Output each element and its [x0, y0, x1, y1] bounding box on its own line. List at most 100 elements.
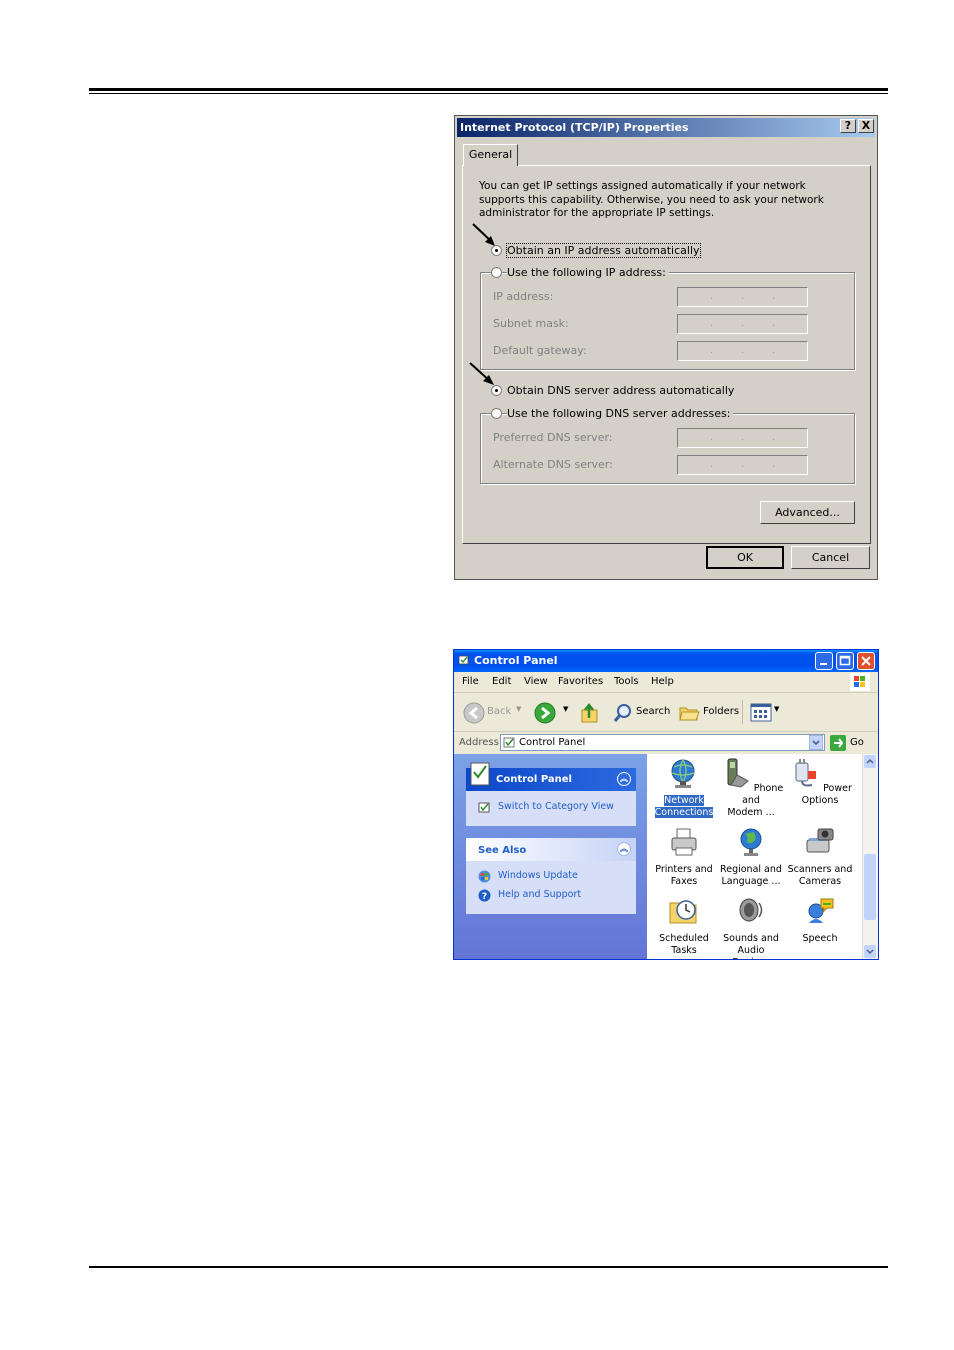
go-button[interactable]: Go [850, 737, 864, 748]
preferred-dns-field[interactable]: ... [677, 428, 808, 448]
preferred-dns-label: Preferred DNS server: [493, 431, 613, 444]
control-panel-box: Control Panel ︽ Switch to Category View [466, 762, 636, 826]
see-also-header[interactable]: See Also ︽ [466, 838, 636, 861]
go-arrow-icon[interactable] [830, 735, 846, 751]
item-network-connections[interactable]: Network Connections [651, 757, 717, 819]
address-label: Address [459, 737, 499, 748]
menu-view[interactable]: View [524, 676, 548, 687]
back-arrow-icon[interactable] [463, 702, 485, 724]
header-rule [89, 88, 888, 91]
maximize-icon [839, 655, 851, 666]
windows-update-icon [478, 870, 491, 883]
help-icon: ? [478, 889, 491, 902]
ok-button[interactable]: OK [706, 546, 784, 569]
control-panel-box-header[interactable]: Control Panel ︽ [466, 762, 636, 791]
folders-icon[interactable] [678, 703, 700, 723]
header-rule-thin [89, 93, 888, 94]
minimize-button[interactable] [815, 652, 833, 670]
control-panel-icon [470, 762, 490, 786]
arrow-annotation-icon [469, 362, 494, 385]
menu-tools[interactable]: Tools [614, 676, 639, 687]
menu-file[interactable]: File [462, 676, 479, 687]
footer-rule [89, 1266, 888, 1268]
help-button[interactable]: ? [840, 119, 856, 133]
minimize-icon [820, 663, 827, 665]
item-sounds-audio[interactable]: Sounds andAudio Devices [718, 895, 784, 959]
back-button[interactable]: Back [487, 706, 511, 717]
menu-favorites[interactable]: Favorites [558, 676, 603, 687]
scroll-down-icon[interactable] [864, 945, 876, 958]
vertical-scrollbar[interactable] [862, 754, 878, 959]
windows-logo-icon [850, 673, 870, 691]
default-gateway-field[interactable]: ... [677, 341, 808, 361]
default-gateway-label: Default gateway: [493, 344, 587, 357]
item-printers-faxes[interactable]: Printers and Faxes [651, 826, 717, 888]
power-plug-icon [795, 759, 817, 787]
item-scanners-cameras[interactable]: Scanners and Cameras [787, 826, 853, 888]
address-input[interactable]: Control Panel [500, 734, 825, 751]
back-dropdown-icon[interactable]: ▼ [516, 705, 521, 713]
collapse-icon[interactable]: ︽ [617, 772, 631, 786]
search-button[interactable]: Search [636, 706, 670, 717]
printer-icon [671, 828, 697, 856]
globe-icon [740, 828, 762, 856]
radio-obtain-ip[interactable] [491, 245, 502, 256]
label-use-dns[interactable]: Use the following DNS server addresses: [507, 407, 734, 420]
item-scheduled-tasks[interactable]: Scheduled Tasks [651, 895, 717, 957]
task-pane: Control Panel ︽ Switch to Category View … [454, 754, 647, 959]
views-dropdown-icon[interactable]: ▼ [774, 705, 779, 713]
collapse-icon[interactable]: ︽ [617, 842, 631, 856]
radio-use-ip[interactable] [491, 267, 502, 278]
help-and-support-link[interactable]: Help and Support [498, 889, 581, 900]
dialog-title: Internet Protocol (TCP/IP) Properties [457, 118, 875, 137]
clock-folder-icon [669, 900, 697, 924]
scroll-thumb[interactable] [864, 854, 876, 920]
close-button[interactable]: X [858, 119, 874, 133]
arrow-annotation-icon [472, 223, 495, 246]
folders-button[interactable]: Folders [703, 706, 739, 717]
menu-help[interactable]: Help [651, 676, 674, 687]
switch-view-icon [478, 802, 490, 813]
radio-use-dns[interactable] [491, 408, 502, 419]
switch-category-view-link[interactable]: Switch to Category View [498, 801, 614, 812]
forward-dropdown-icon[interactable]: ▼ [563, 705, 568, 713]
menu-edit[interactable]: Edit [492, 676, 511, 687]
description-text: You can get IP settings assigned automat… [479, 180, 824, 219]
subnet-mask-label: Subnet mask: [493, 317, 569, 330]
ip-address-field[interactable]: ... [677, 287, 808, 307]
close-icon [861, 656, 871, 666]
label-use-ip[interactable]: Use the following IP address: [507, 266, 669, 279]
item-speech[interactable]: Speech [787, 895, 853, 945]
speech-icon [808, 898, 834, 923]
label-obtain-ip[interactable]: Obtain an IP address automatically [506, 243, 701, 258]
radio-obtain-dns[interactable] [491, 385, 502, 396]
svg-text:?: ? [482, 892, 487, 902]
subnet-mask-field[interactable]: ... [677, 314, 808, 334]
windows-update-link[interactable]: Windows Update [498, 870, 578, 881]
forward-arrow-icon[interactable] [534, 702, 556, 724]
menu-bar: File Edit View Favorites Tools Help [454, 672, 878, 693]
close-window-button[interactable] [857, 652, 875, 670]
scroll-up-icon[interactable] [864, 755, 876, 768]
control-panel-icon [458, 655, 469, 665]
ip-address-label: IP address: [493, 290, 554, 303]
see-also-box: See Also ︽ Windows Update ? Help and Sup… [466, 838, 636, 914]
views-icon[interactable] [750, 703, 772, 723]
alternate-dns-field[interactable]: ... [677, 455, 808, 475]
advanced-button[interactable]: Advanced... [760, 501, 855, 524]
speaker-icon [739, 898, 763, 922]
address-bar: Address Control Panel Go [454, 732, 878, 754]
item-phone-modem[interactable]: Phone and Modem ... [718, 757, 784, 819]
address-dropdown-icon[interactable] [809, 735, 823, 750]
search-icon[interactable] [612, 702, 634, 724]
scanner-icon [806, 828, 834, 853]
tab-general[interactable]: General [463, 144, 518, 166]
item-regional-language[interactable]: Regional and Language ... [718, 826, 784, 888]
item-power-options[interactable]: Power Options [787, 757, 853, 807]
cancel-button[interactable]: Cancel [791, 546, 870, 569]
up-folder-icon[interactable] [580, 702, 600, 724]
label-obtain-dns[interactable]: Obtain DNS server address automatically [507, 384, 734, 397]
content-area: Control Panel ︽ Switch to Category View … [454, 754, 878, 959]
toolbar: Back ▼ ▼ Search Folders ▼ [454, 693, 878, 732]
maximize-button[interactable] [836, 652, 854, 670]
